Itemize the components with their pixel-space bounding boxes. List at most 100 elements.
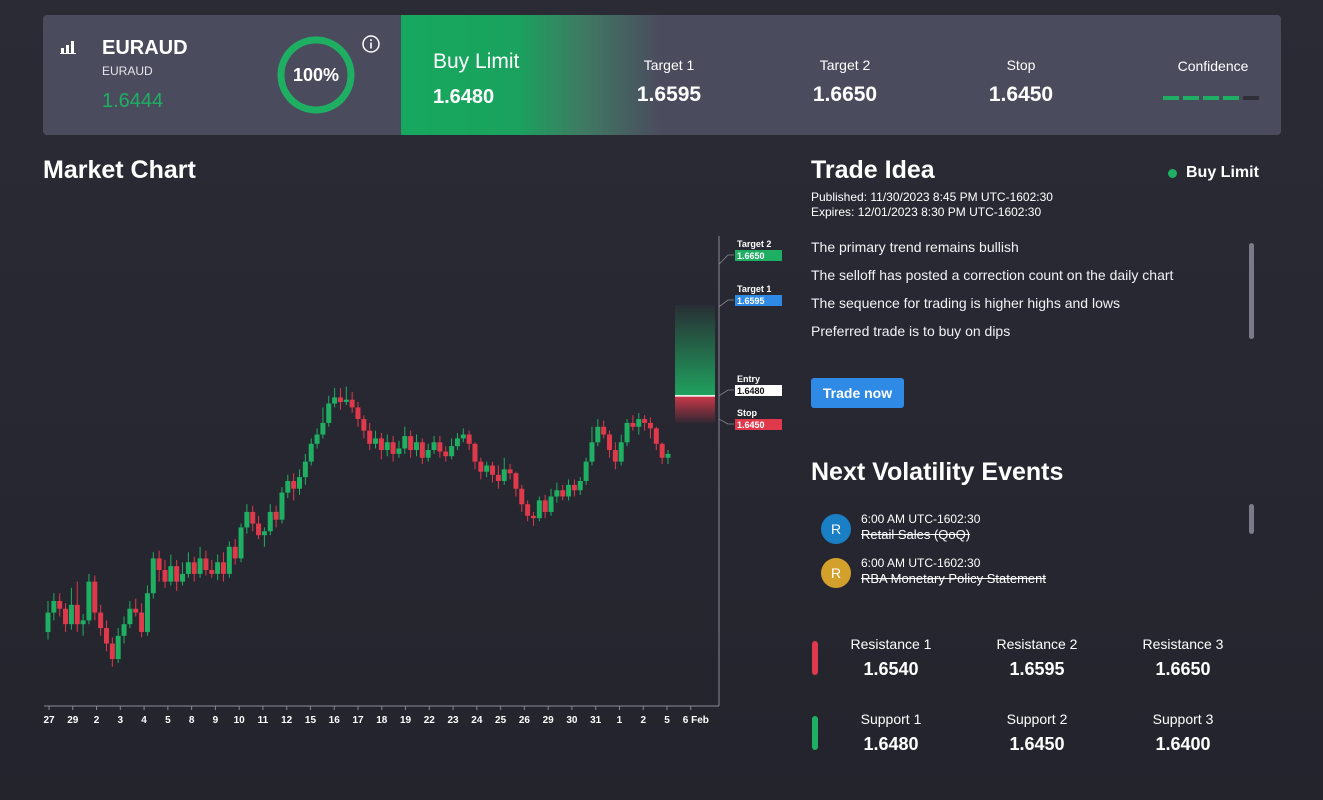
candle-body (250, 511, 256, 524)
candle-body (220, 562, 226, 574)
candle-body (419, 442, 425, 458)
candle-body (63, 608, 69, 625)
candle-body (168, 566, 174, 582)
candle-body (279, 492, 285, 520)
candle-body (601, 426, 607, 435)
resistance-3: Resistance 3 1.6650 (1110, 636, 1256, 680)
level-tag-name: Target 1 (737, 284, 771, 294)
list-item[interactable]: R 6:00 AM UTC-1602:30 Retail Sales (QoQ) (821, 512, 1241, 546)
level-label: Resistance 1 (850, 636, 932, 652)
candle-body (232, 546, 238, 559)
target2-label: Target 2 (819, 57, 871, 73)
candle-body (495, 474, 501, 481)
level-tag-name: Entry (737, 374, 760, 384)
list-item[interactable]: R 6:00 AM UTC-1602:30 RBA Monetary Polic… (821, 556, 1241, 590)
event-time: 6:00 AM UTC-1602:30 (861, 512, 981, 526)
candle-body (238, 527, 244, 559)
symbol-subtitle: EURAUD (102, 64, 153, 78)
candle-body (256, 523, 262, 536)
candle-body (367, 430, 373, 444)
candle-body (530, 515, 536, 519)
instrument-header: EURAUD EURAUD 1.6444 100% Buy Limit 1.64… (43, 15, 1281, 135)
x-tick-label: 29 (67, 715, 79, 726)
candle-body (513, 473, 519, 489)
candle-body (185, 562, 191, 574)
x-tick-label: 19 (400, 715, 412, 726)
event-time: 6:00 AM UTC-1602:30 (861, 556, 981, 570)
x-tick-label: 24 (471, 715, 483, 726)
level-tag-name: Stop (737, 408, 757, 418)
level-label: Support 1 (860, 711, 922, 727)
x-tick-label: 16 (329, 715, 341, 726)
bar-chart-icon[interactable] (60, 40, 77, 54)
candle-body (378, 438, 384, 451)
candle-body (68, 604, 74, 625)
x-tick-label: 6 Feb (683, 715, 709, 726)
candle-body (478, 461, 484, 472)
candle-body (244, 511, 250, 528)
candle-body (431, 442, 437, 451)
level-connector (718, 418, 734, 425)
candle-body (162, 570, 168, 582)
x-tick-label: 5 (165, 715, 171, 726)
candle-body (45, 612, 51, 632)
level-tag-value: 1.6595 (737, 296, 765, 306)
level-connector (718, 254, 734, 265)
level-label: Resistance 2 (996, 636, 1078, 652)
x-tick-label: 31 (590, 715, 602, 726)
candle-body (98, 612, 104, 629)
level-label: Support 3 (1152, 711, 1214, 727)
candle-body (408, 436, 414, 451)
resistance-2: Resistance 2 1.6595 (964, 636, 1110, 680)
level-connector (718, 389, 734, 397)
event-badge: R (821, 558, 851, 588)
trade-now-button[interactable]: Trade now (811, 378, 904, 408)
trade-status: Buy Limit (1186, 164, 1259, 181)
level-value: 1.6650 (1155, 659, 1211, 679)
candle-body (536, 500, 542, 519)
candle-body (150, 558, 156, 594)
x-tick-label: 29 (543, 715, 555, 726)
expires-line: Expires: 12/01/2023 8:30 PM UTC-1602:30 (811, 205, 1041, 219)
candle-body (647, 422, 653, 429)
level-label: Resistance 3 (1142, 636, 1224, 652)
candle-body (197, 558, 203, 574)
level-value: 1.6480 (863, 734, 919, 754)
candle-body (472, 443, 478, 462)
candle-body (665, 453, 671, 458)
confidence-segment (1163, 96, 1179, 100)
candle-body (127, 608, 133, 625)
list-item: The selloff has posted a correction coun… (811, 267, 1174, 283)
volatility-title: Next Volatility Events (811, 458, 1064, 486)
stop-block: Stop 1.6450 (951, 57, 1091, 107)
trade-idea-points: The primary trend remains bullish The se… (811, 239, 1241, 351)
candle-body (490, 465, 496, 475)
x-tick-label: 22 (424, 715, 436, 726)
candle-body (191, 562, 197, 574)
x-tick-label: 27 (43, 715, 55, 726)
x-tick-label: 30 (566, 715, 578, 726)
candle-body (443, 451, 449, 457)
level-tag-value: 1.6450 (737, 420, 765, 430)
list-item: The primary trend remains bullish (811, 239, 1019, 255)
candle-body (466, 434, 472, 444)
candle-body (332, 397, 338, 404)
info-icon[interactable] (361, 34, 381, 54)
x-tick-label: 26 (519, 715, 531, 726)
event-name[interactable]: RBA Monetary Policy Statement (861, 571, 1046, 586)
confidence-block: Confidence (1153, 58, 1273, 100)
candle-body (630, 422, 636, 427)
confidence-segment (1203, 96, 1219, 100)
candle-body (525, 504, 531, 516)
confidence-percent: 100% (292, 65, 340, 85)
events-scrollbar[interactable] (1249, 504, 1254, 534)
candle-body (92, 581, 98, 613)
event-name[interactable]: Retail Sales (QoQ) (861, 527, 970, 542)
candle-body (226, 546, 232, 574)
candle-body (624, 422, 630, 443)
candle-body (103, 628, 109, 644)
candle-body (203, 558, 209, 571)
list-item: Preferred trade is to buy on dips (811, 323, 1011, 339)
level-value: 1.6400 (1155, 734, 1211, 754)
trade-idea-scrollbar[interactable] (1249, 243, 1254, 339)
